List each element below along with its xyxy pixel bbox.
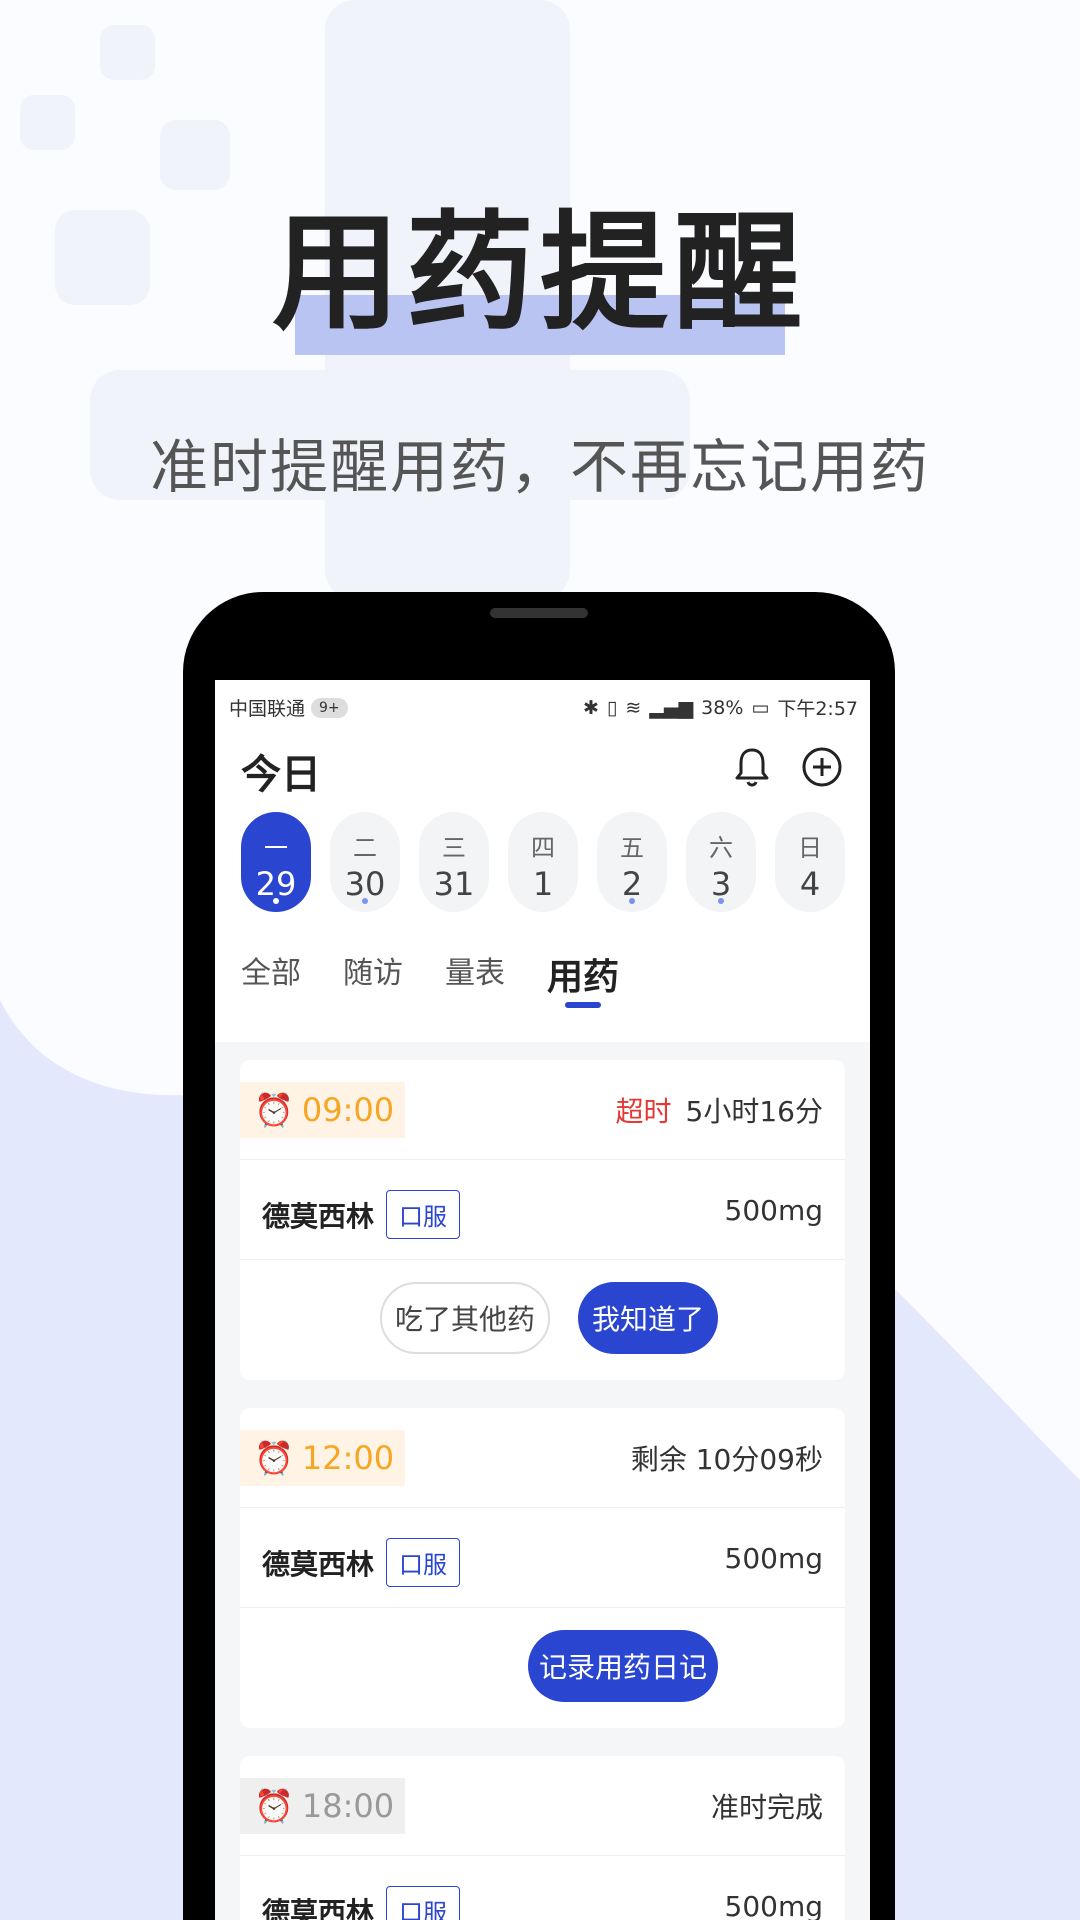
card-actions: 吃了其他药 我知道了 <box>240 1260 845 1380</box>
drug-name: 德莫西林 <box>262 1895 375 1920</box>
dose-label: 500mg <box>724 1890 824 1920</box>
reminder-time: ⏰ 12:00 <box>240 1430 405 1486</box>
date-number: 1 <box>532 865 554 903</box>
time-label: 12:00 <box>301 1439 395 1477</box>
card-header-row: ⏰ 09:00 超时 5小时16分 <box>240 1060 845 1160</box>
tab-scale[interactable]: 量表 <box>445 948 505 1008</box>
dose-label: 500mg <box>724 1194 824 1227</box>
day-chip[interactable]: 二 30 <box>330 812 400 912</box>
medication-card: ⏰ 12:00 剩余 10分09秒 德莫西林 口服 500mg 记录用药日记 <box>240 1408 845 1728</box>
alarm-clock-icon: ⏰ <box>254 1091 294 1129</box>
reminder-time: ⏰ 18:00 <box>240 1778 405 1834</box>
page-title: 今日 <box>241 752 321 798</box>
event-dot <box>362 898 368 904</box>
drug-row: 德莫西林 口服 500mg <box>240 1508 845 1608</box>
hero-title-text: 用药提醒 <box>271 199 808 348</box>
day-chip[interactable]: 六3 <box>686 812 756 912</box>
route-tag: 口服 <box>386 1190 461 1239</box>
dose-label: 500mg <box>724 1542 824 1575</box>
time-label: 09:00 <box>301 1091 395 1129</box>
clock: 下午2:57 <box>777 698 858 720</box>
drug-name: 德莫西林 <box>262 1547 375 1581</box>
acknowledge-button[interactable]: 我知道了 <box>578 1282 718 1354</box>
weekday-label: 三 <box>442 834 466 862</box>
battery-icon: ▭ <box>751 696 770 719</box>
record-diary-button[interactable]: 记录用药日记 <box>528 1630 718 1702</box>
completion-status: 准时完成 <box>710 1791 823 1824</box>
battery-percent: 38% <box>701 696 744 719</box>
hero-subtitle: 准时提醒用药，不再忘记用药 <box>149 433 930 501</box>
phone-screen: 中国联通 9+ ✱ ▯ ≋ ▂▄▆ 38% ▭ 下午2:57 今日 一 29 二3… <box>215 680 870 1920</box>
weekday-label: 四 <box>531 834 555 862</box>
weekday-label: 日 <box>798 834 822 862</box>
day-chip[interactable]: 三 31 <box>419 812 489 912</box>
route-tag: 口服 <box>386 1886 461 1920</box>
medication-card: ⏰ 18:00 准时完成 德莫西林 口服 500mg <box>240 1756 845 1920</box>
event-dot <box>629 898 635 904</box>
day-chip[interactable]: 四1 <box>508 812 578 912</box>
card-actions: 记录用药日记 <box>240 1608 845 1728</box>
phone-speaker <box>490 608 588 618</box>
hero-title: 用药提醒 <box>0 210 1080 355</box>
reminder-status: 超时 5小时16分 <box>616 1090 823 1130</box>
weekday-label: 二 <box>353 834 377 862</box>
overdue-duration: 5小时16分 <box>685 1095 823 1128</box>
vibrate-icon: ▯ <box>606 696 618 719</box>
bluetooth-icon: ✱ <box>582 696 599 719</box>
category-tabs: 全部 随访 量表 用药 <box>241 948 619 1008</box>
date-number: 4 <box>799 865 821 903</box>
status-bar: 中国联通 9+ ✱ ▯ ≋ ▂▄▆ 38% ▭ 下午2:57 <box>215 680 870 732</box>
remaining-time: 剩余 10分09秒 <box>630 1443 823 1476</box>
weekday-label: 一 <box>264 834 288 862</box>
week-date-picker: 一 29 二 30 三 31 四1 五2 六3 日4 <box>241 812 845 912</box>
weekday-label: 五 <box>620 834 644 862</box>
day-chip[interactable]: 一 29 <box>241 812 311 912</box>
wifi-icon: ≋ <box>625 696 642 719</box>
signal-icon: ▂▄▆ <box>649 696 694 719</box>
alarm-clock-icon: ⏰ <box>254 1787 294 1825</box>
day-chip[interactable]: 日4 <box>775 812 845 912</box>
drug-row: 德莫西林 口服 500mg <box>240 1856 845 1920</box>
time-label: 18:00 <box>301 1787 395 1825</box>
medication-card: ⏰ 09:00 超时 5小时16分 德莫西林 口服 500mg 吃了其他药 我知道了 <box>240 1060 845 1380</box>
tab-medication[interactable]: 用药 <box>547 948 619 1008</box>
app-header: 今日 一 29 二 30 三 31 四1 五2 六3 日4 全部 随访 量表 用药 <box>215 732 870 1042</box>
card-header-row: ⏰ 12:00 剩余 10分09秒 <box>240 1408 845 1508</box>
took-other-drug-button[interactable]: 吃了其他药 <box>380 1282 550 1354</box>
day-chip[interactable]: 五2 <box>597 812 667 912</box>
reminder-time: ⏰ 09:00 <box>240 1082 405 1138</box>
card-header-row: ⏰ 18:00 准时完成 <box>240 1756 845 1856</box>
drug-name: 德莫西林 <box>262 1199 375 1233</box>
date-number: 31 <box>433 865 475 903</box>
event-dot <box>718 898 724 904</box>
carrier-label: 中国联通 <box>229 698 306 720</box>
add-circle-icon[interactable] <box>799 744 845 790</box>
tab-all[interactable]: 全部 <box>241 948 301 1008</box>
weekday-label: 六 <box>709 834 733 862</box>
notification-badge: 9+ <box>311 697 348 718</box>
overdue-label: 超时 <box>615 1095 672 1128</box>
event-dot <box>273 898 279 904</box>
alarm-clock-icon: ⏰ <box>254 1439 294 1477</box>
tab-followup[interactable]: 随访 <box>343 948 403 1008</box>
bell-icon[interactable] <box>729 744 775 790</box>
drug-row: 德莫西林 口服 500mg <box>240 1160 845 1260</box>
route-tag: 口服 <box>386 1538 461 1587</box>
